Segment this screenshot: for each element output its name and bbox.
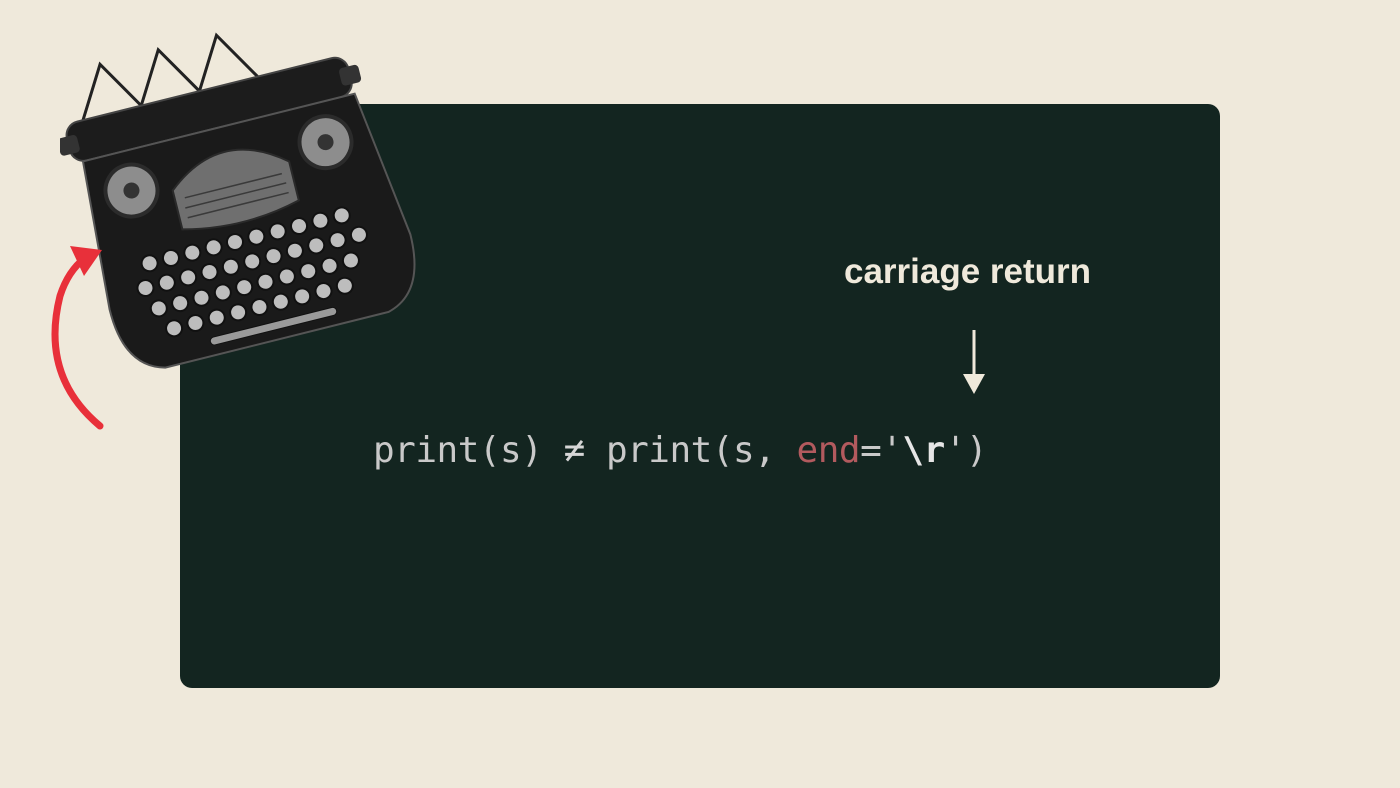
code-escape-sequence: \r bbox=[902, 430, 945, 471]
carriage-return-label: carriage return bbox=[844, 252, 1092, 291]
code-equals-quote: =' bbox=[860, 430, 903, 471]
code-expression: print(s) ≠ print(s, end='\r') bbox=[373, 430, 988, 471]
not-equal-operator: ≠ bbox=[563, 430, 586, 471]
down-arrow-icon bbox=[963, 330, 985, 394]
code-left-call: print(s) bbox=[373, 430, 543, 471]
code-right-call-start: print(s, bbox=[605, 430, 797, 471]
code-keyword-end: end bbox=[796, 430, 861, 471]
curved-up-arrow-icon bbox=[51, 246, 104, 430]
code-closing: ') bbox=[944, 430, 988, 471]
